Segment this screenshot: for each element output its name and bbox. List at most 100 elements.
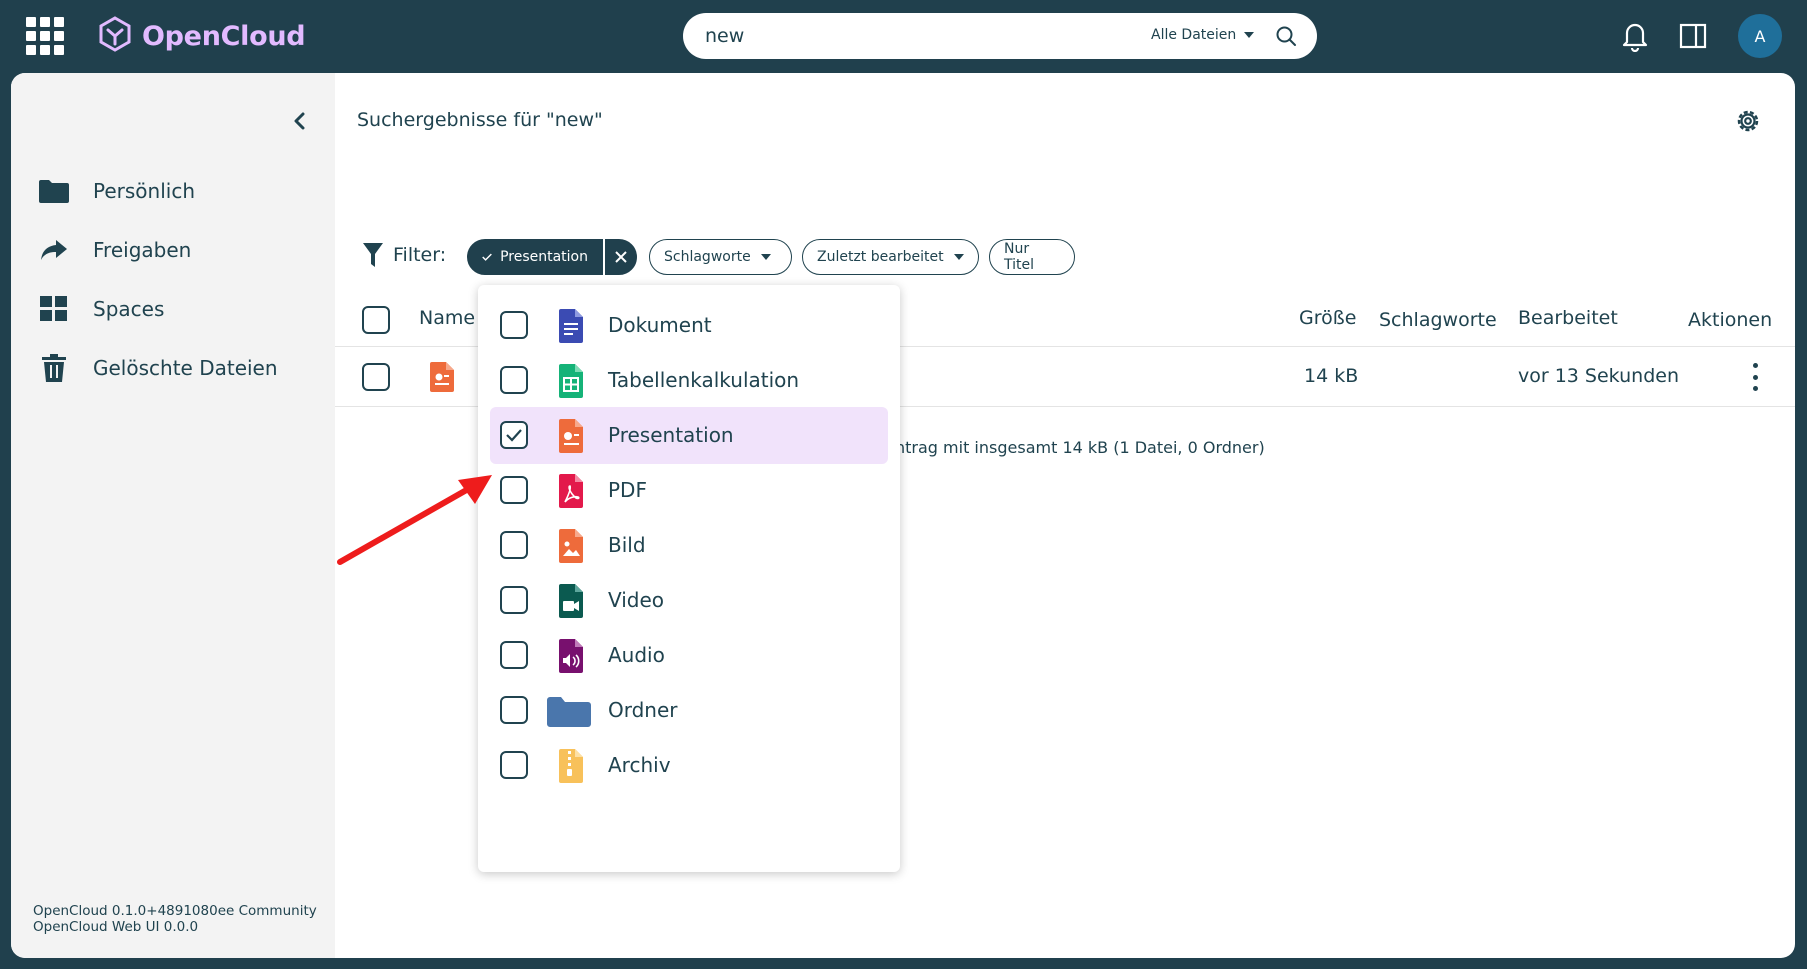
- grid-icon: [39, 296, 69, 322]
- search-icon[interactable]: [1275, 25, 1297, 47]
- row-checkbox[interactable]: [362, 363, 390, 391]
- option-checkbox-checked[interactable]: [500, 421, 528, 449]
- app-name: OpenCloud: [142, 20, 306, 52]
- presentation-file-icon: [430, 362, 454, 392]
- option-label: Audio: [608, 643, 665, 667]
- caret-down-icon: [953, 254, 964, 260]
- option-checkbox[interactable]: [500, 366, 528, 394]
- close-icon: [615, 251, 627, 263]
- title-only-filter-chip[interactable]: Nur Titel: [989, 239, 1075, 275]
- filter-label-text: Filter:: [393, 244, 447, 266]
- notifications-bell-icon[interactable]: [1620, 20, 1650, 52]
- option-checkbox[interactable]: [500, 531, 528, 559]
- spreadsheet-icon: [559, 364, 583, 398]
- column-header-actions: Aktionen: [1688, 309, 1773, 331]
- sidebar-item-label: Gelöschte Dateien: [93, 356, 278, 380]
- user-avatar[interactable]: A: [1738, 14, 1782, 58]
- tags-filter-chip[interactable]: Schlagworte: [649, 239, 792, 275]
- settings-gear-icon[interactable]: [1733, 106, 1763, 136]
- option-checkbox[interactable]: [500, 311, 528, 339]
- option-label: Archiv: [608, 753, 671, 777]
- folder-icon: [39, 178, 69, 204]
- search-scope-label: Alle Dateien: [1151, 27, 1237, 43]
- image-icon: [559, 529, 583, 563]
- type-option-video[interactable]: Video: [490, 572, 888, 629]
- top-bar: OpenCloud Alle Dateien A: [0, 0, 1807, 72]
- option-label: Tabellenkalkulation: [608, 368, 800, 392]
- column-header-modified[interactable]: Bearbeitet: [1518, 307, 1618, 329]
- audio-icon: [559, 639, 583, 673]
- option-checkbox[interactable]: [500, 476, 528, 504]
- option-label: PDF: [608, 478, 647, 502]
- option-checkbox[interactable]: [500, 641, 528, 669]
- type-filter-chip-label: Presentation: [500, 249, 588, 265]
- filter-funnel-icon: [363, 243, 383, 267]
- caret-down-icon: [1244, 32, 1255, 38]
- caret-down-icon: [760, 254, 771, 260]
- type-option-pdf[interactable]: PDF: [490, 462, 888, 519]
- sidebar-item-shares[interactable]: Freigaben: [39, 230, 191, 270]
- option-label: Presentation: [608, 423, 734, 447]
- tags-filter-label: Schlagworte: [664, 249, 751, 265]
- type-filter-chip[interactable]: Presentation: [467, 239, 603, 275]
- search-bar: Alle Dateien: [683, 13, 1317, 59]
- video-icon: [559, 584, 583, 618]
- collapse-sidebar-icon[interactable]: [290, 109, 310, 133]
- option-label: Video: [608, 588, 665, 612]
- archive-icon: [559, 749, 583, 783]
- row-size: 14 kB: [1304, 365, 1359, 387]
- version-info: OpenCloud 0.1.0+4891080ee Community Open…: [33, 903, 317, 935]
- folder-icon: [547, 697, 591, 727]
- type-option-audio[interactable]: Audio: [490, 627, 888, 684]
- option-label: Ordner: [608, 698, 678, 722]
- opencloud-logo-icon: [99, 16, 131, 52]
- option-checkbox[interactable]: [500, 696, 528, 724]
- type-option-spreadsheet[interactable]: Tabellenkalkulation: [490, 352, 888, 409]
- select-all-checkbox[interactable]: [362, 306, 390, 334]
- main-panel: Persönlich Freigaben Spaces Gelöschte Da…: [11, 73, 1795, 958]
- document-icon: [559, 309, 583, 343]
- side-panel-toggle-icon[interactable]: [1679, 22, 1707, 50]
- column-header-name[interactable]: Name: [419, 307, 475, 329]
- version-line: OpenCloud Web UI 0.0.0: [33, 919, 199, 935]
- option-label: Dokument: [608, 313, 712, 337]
- search-input[interactable]: [705, 13, 1105, 59]
- logo[interactable]: OpenCloud: [98, 16, 306, 56]
- check-icon: [482, 253, 492, 261]
- sidebar-item-spaces[interactable]: Spaces: [39, 289, 164, 329]
- type-filter-dropdown: Dokument Tabellenkalkulation Presentatio…: [478, 285, 900, 872]
- type-option-presentation[interactable]: Presentation: [490, 407, 888, 464]
- last-modified-filter-label: Zuletzt bearbeitet: [817, 249, 944, 265]
- option-checkbox[interactable]: [500, 586, 528, 614]
- sidebar-item-label: Persönlich: [93, 179, 195, 203]
- type-option-folder[interactable]: Ordner: [490, 682, 888, 739]
- results-summary: ntrag mit insgesamt 14 kB (1 Datei, 0 Or…: [895, 438, 1265, 457]
- search-scope-dropdown[interactable]: Alle Dateien: [1151, 27, 1255, 43]
- type-option-archive[interactable]: Archiv: [490, 737, 888, 794]
- clear-type-filter-button[interactable]: [605, 239, 637, 275]
- sidebar-item-label: Freigaben: [93, 238, 192, 262]
- type-option-image[interactable]: Bild: [490, 517, 888, 574]
- page-title: Suchergebnisse für "new": [357, 109, 603, 131]
- version-line: OpenCloud 0.1.0+4891080ee Community: [33, 903, 317, 919]
- sidebar-item-label: Spaces: [93, 297, 165, 321]
- presentation-icon: [559, 419, 583, 453]
- column-header-size[interactable]: Größe: [1299, 307, 1356, 329]
- row-actions-menu-icon[interactable]: [1751, 363, 1759, 391]
- type-option-document[interactable]: Dokument: [490, 297, 888, 354]
- check-icon: [506, 429, 522, 442]
- pdf-icon: [559, 474, 583, 508]
- filter-label: Filter:: [363, 243, 446, 267]
- app-switcher-button[interactable]: [26, 17, 64, 55]
- option-label: Bild: [608, 533, 646, 557]
- share-icon: [39, 237, 69, 263]
- column-header-tags: Schlagworte: [1379, 309, 1497, 331]
- sidebar-item-personal[interactable]: Persönlich: [39, 171, 195, 211]
- title-only-filter-label: Nur Titel: [1004, 241, 1035, 273]
- sidebar: Persönlich Freigaben Spaces Gelöschte Da…: [11, 73, 335, 958]
- option-checkbox[interactable]: [500, 751, 528, 779]
- sidebar-item-deleted-files[interactable]: Gelöschte Dateien: [39, 348, 278, 388]
- trash-icon: [39, 354, 69, 382]
- last-modified-filter-chip[interactable]: Zuletzt bearbeitet: [802, 239, 979, 275]
- row-modified: vor 13 Sekunden: [1518, 365, 1679, 387]
